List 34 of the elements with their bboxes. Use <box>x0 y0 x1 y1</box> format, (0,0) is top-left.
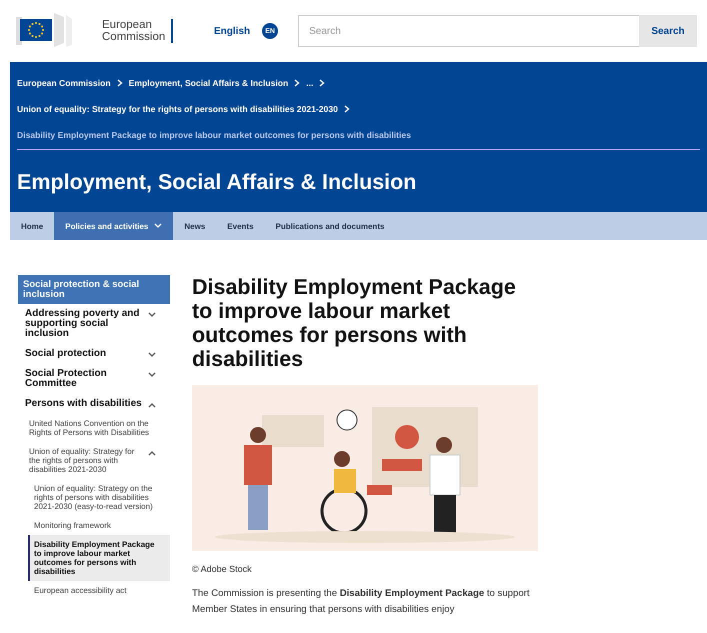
caret-icon <box>148 352 156 358</box>
article-title: Disability Employment Package to improve labour market outcomes for persons with disabilities <box>192 275 517 371</box>
nav-tab[interactable]: Events <box>216 212 265 240</box>
nav-tab[interactable]: News <box>173 212 216 240</box>
sidebar-item[interactable]: Social Protection Committee <box>18 364 170 394</box>
language-link[interactable]: English <box>214 26 250 36</box>
nav-tab[interactable]: Policies and activities <box>54 212 174 240</box>
breadcrumb-link[interactable]: Union of equality: Strategy for the rights of persons with disabilities 2021-2030 <box>17 96 338 122</box>
logo-text: European Commission <box>102 19 174 43</box>
search-button[interactable]: Search <box>639 15 697 47</box>
sidebar-item[interactable]: Persons with disabilities <box>18 394 170 414</box>
image-credit: © Adobe Stock <box>192 564 253 574</box>
sidebar-item[interactable]: Social protection <box>18 344 170 364</box>
caret-icon <box>148 372 156 378</box>
sidebar-title[interactable]: Social protection & social inclusion <box>18 275 170 304</box>
caret-icon <box>148 312 156 318</box>
caret-icon <box>148 402 156 408</box>
search-field[interactable]: Search <box>298 15 639 47</box>
sidebar-item[interactable]: United Nations Convention on the Rights of Persons with Disabilities <box>23 414 170 442</box>
sidebar-item[interactable]: Union of equality: Strategy for the rights of persons with disabilities 2021-2030 <box>23 442 170 479</box>
sidebar-item[interactable]: Union of equality: Strategy on the rights of persons with disabilities 2021-2030 (easy-to-read version) <box>28 479 170 516</box>
breadcrumb-link[interactable]: Employment, Social Affairs & Inclusion <box>128 70 288 96</box>
breadcrumb-link[interactable]: European Commission <box>17 70 111 96</box>
sidebar-item[interactable]: European accessibility act <box>28 581 170 600</box>
caret-icon <box>148 450 156 456</box>
article-paragraph: The Commission is presenting the Disability Employment Package to support Member States in ensuring that persons with disabilities enjoy <box>192 587 531 617</box>
breadcrumb-link[interactable]: ... <box>306 70 314 96</box>
sidebar-item[interactable]: Disability Employment Package to improve labour market outcomes for persons with disabilities <box>28 535 170 581</box>
nav-tab[interactable]: Publications and documents <box>264 212 396 240</box>
nav-tab[interactable]: Home <box>10 212 54 240</box>
sidebar-item[interactable]: Monitoring framework <box>28 516 170 535</box>
breadcrumb-link[interactable]: Disability Employment Package to improve labour market outcomes for persons with disabilities <box>17 122 411 148</box>
sidebar-item[interactable]: Addressing poverty and supporting social inclusion <box>18 304 170 344</box>
site-title: Employment, Social Affairs & Inclusion <box>17 170 418 195</box>
